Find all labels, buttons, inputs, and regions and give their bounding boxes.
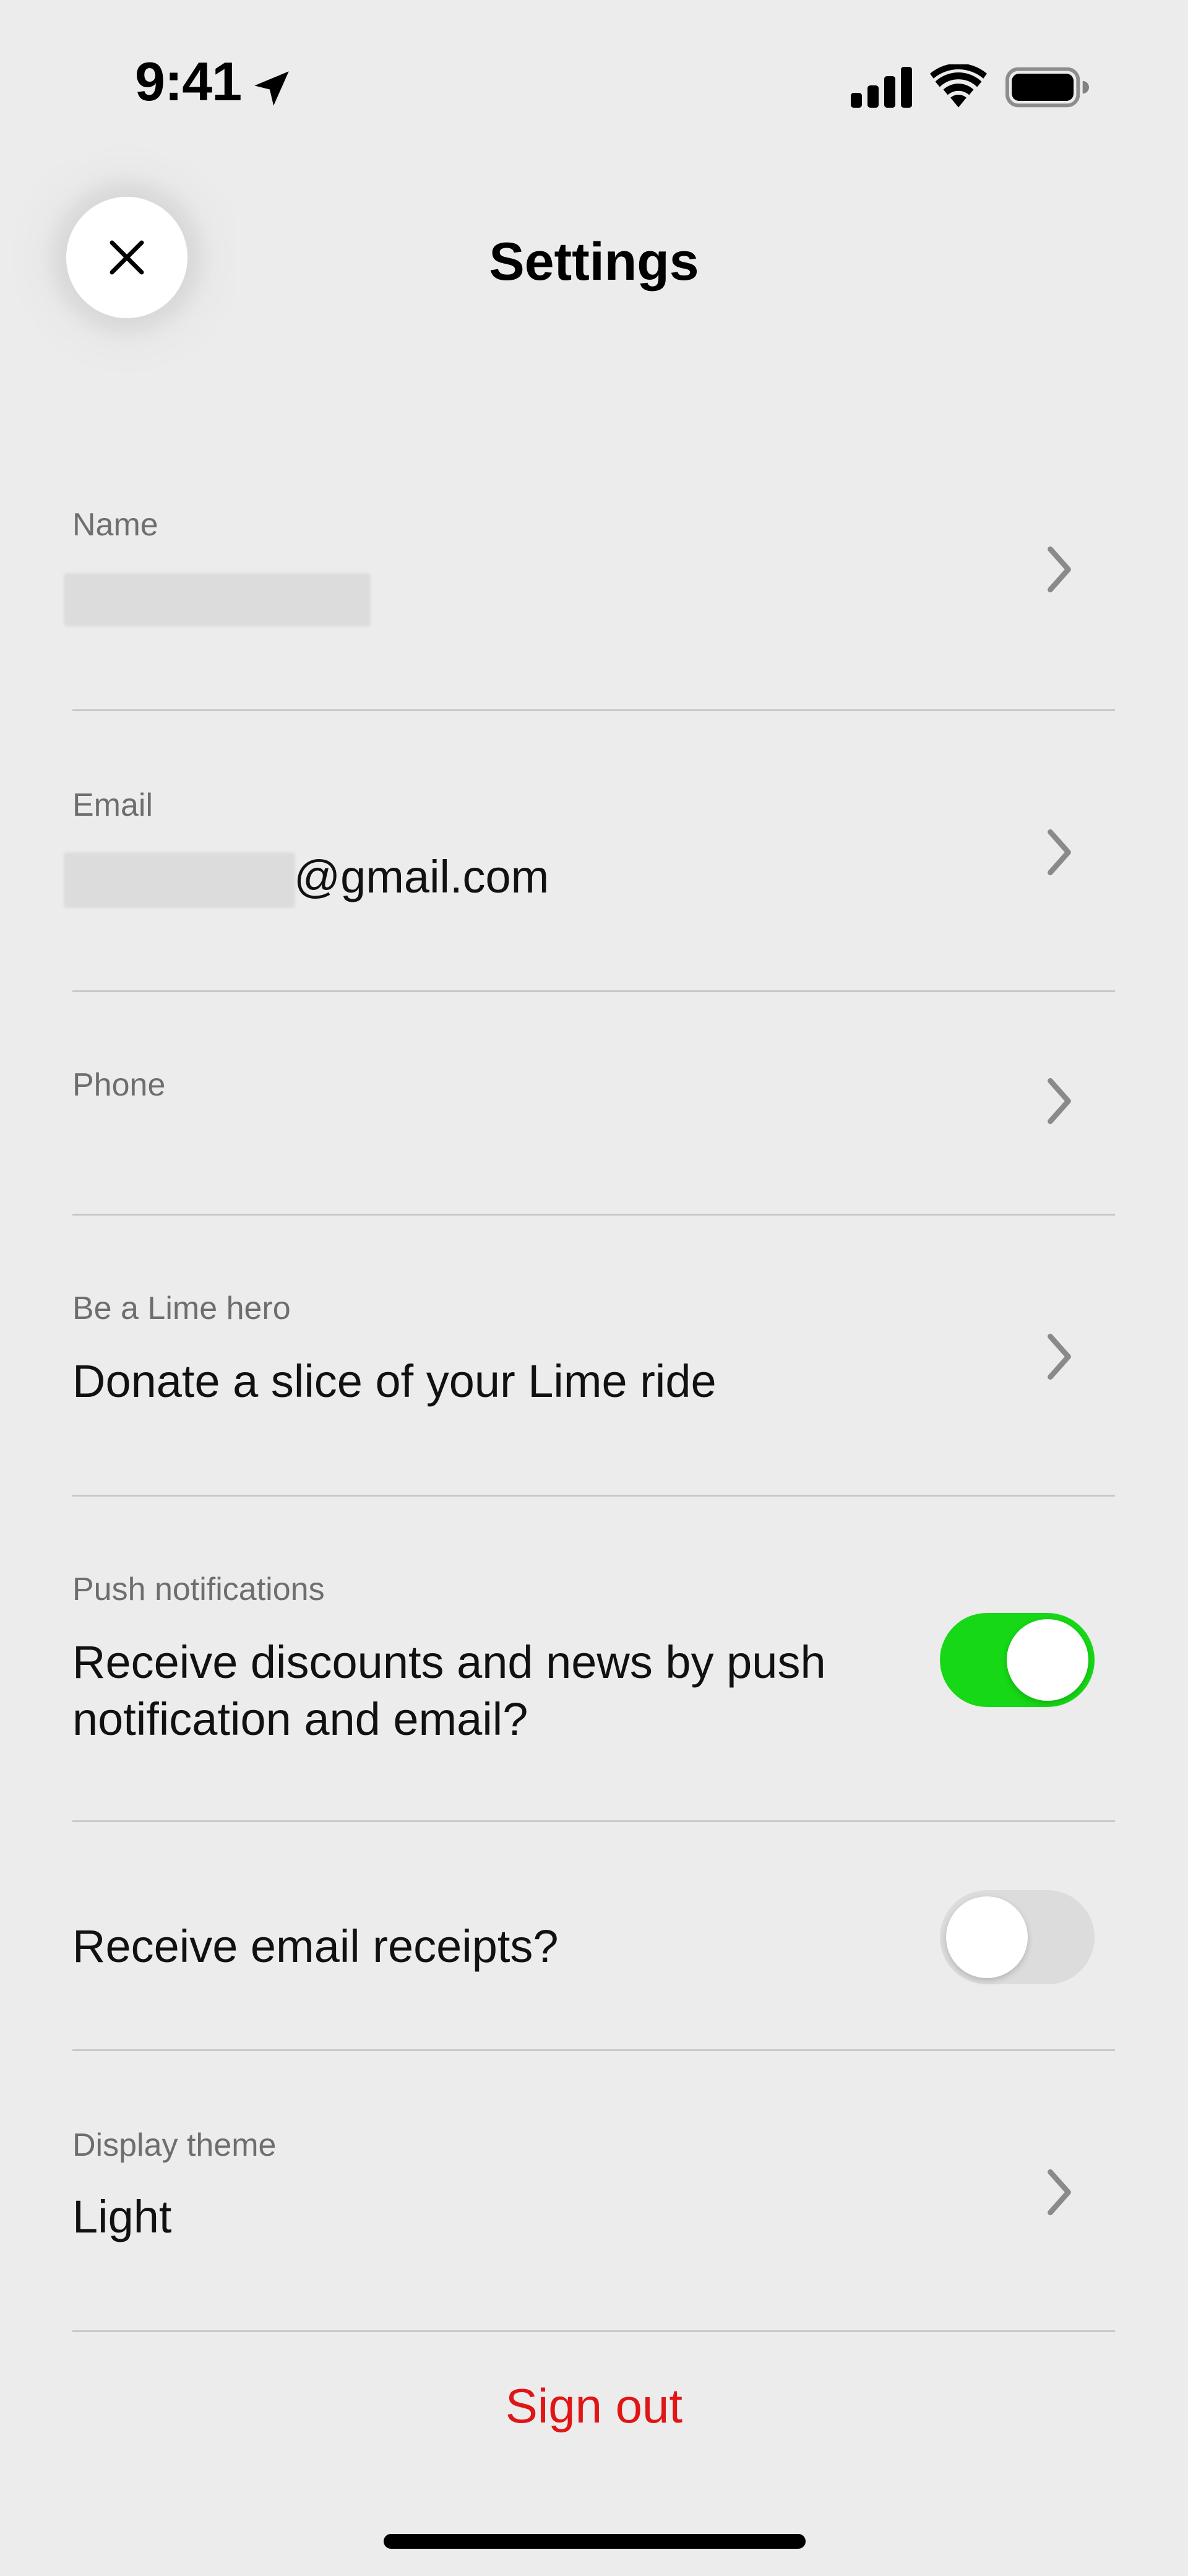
location-arrow-icon	[254, 71, 289, 106]
home-indicator[interactable]	[384, 2534, 806, 2549]
push-notifications-text-line1: Receive discounts and news by push	[72, 1636, 826, 1688]
email-row[interactable]: Email @gmail.com	[64, 711, 1115, 992]
email-receipts-toggle[interactable]	[940, 1890, 1095, 1984]
push-notifications-row: Push notifications Receive discounts and…	[72, 1497, 1115, 1822]
name-label: Name	[72, 507, 158, 543]
battery-icon	[1005, 67, 1089, 108]
name-row[interactable]: Name	[64, 458, 1115, 711]
display-theme-label: Display theme	[72, 2127, 277, 2163]
lime-hero-label: Be a Lime hero	[72, 1290, 291, 1326]
phone-label: Phone	[72, 1067, 166, 1103]
email-receipts-row: Receive email receipts?	[72, 1822, 1115, 2051]
chevron-right-icon	[1048, 546, 1071, 593]
chevron-right-icon	[1048, 1333, 1071, 1380]
sign-out-button[interactable]: Sign out	[0, 2382, 1188, 2430]
toggle-knob	[946, 1896, 1028, 1978]
lime-hero-value: Donate a slice of your Lime ride	[72, 1355, 717, 1407]
chevron-right-icon	[1048, 2169, 1071, 2216]
settings-screen: 9:41 Settings Name Email @gmail.com Phon…	[0, 0, 1188, 2576]
phone-row[interactable]: Phone	[72, 992, 1115, 1216]
display-theme-value: Light	[72, 2191, 172, 2242]
cellular-signal-icon	[851, 67, 912, 108]
lime-hero-row[interactable]: Be a Lime hero Donate a slice of your Li…	[72, 1216, 1115, 1497]
email-value-domain: @gmail.com	[294, 851, 549, 902]
status-time: 9:41	[135, 51, 242, 112]
chevron-right-icon	[1048, 1078, 1071, 1125]
push-notifications-text-line2: notification and email?	[72, 1693, 528, 1745]
push-notifications-toggle[interactable]	[940, 1613, 1095, 1707]
page-title: Settings	[489, 232, 699, 292]
chevron-right-icon	[1048, 829, 1071, 876]
email-value-redacted	[64, 852, 295, 908]
display-theme-row[interactable]: Display theme Light	[72, 2051, 1115, 2332]
name-value-redacted	[64, 573, 371, 626]
wifi-icon	[930, 64, 987, 108]
toggle-knob	[1007, 1619, 1088, 1701]
push-notifications-label: Push notifications	[72, 1571, 325, 1607]
email-label: Email	[72, 787, 153, 823]
email-receipts-text: Receive email receipts?	[72, 1921, 559, 1972]
